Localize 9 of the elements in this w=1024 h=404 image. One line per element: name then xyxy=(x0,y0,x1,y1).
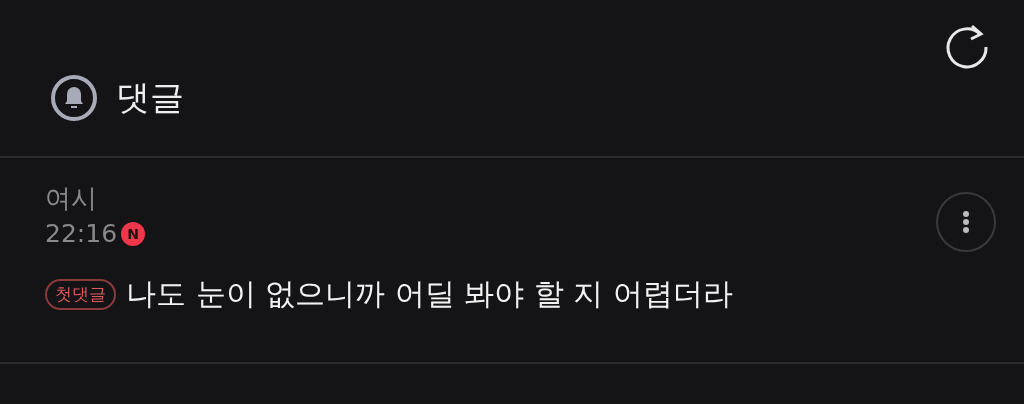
section-title: 댓글 xyxy=(116,76,184,119)
first-comment-tag: 첫댓글 xyxy=(45,279,116,310)
new-badge: N xyxy=(121,222,146,246)
more-icon xyxy=(962,210,970,234)
bell-icon xyxy=(50,74,98,122)
comment-text: 나도 눈이 없으니까 어딜 봐야 할 지 어렵더라 xyxy=(126,275,733,313)
more-button[interactable] xyxy=(936,192,996,252)
comment-author: 여시 xyxy=(45,182,98,215)
comment-time: 22:16 xyxy=(45,218,118,250)
